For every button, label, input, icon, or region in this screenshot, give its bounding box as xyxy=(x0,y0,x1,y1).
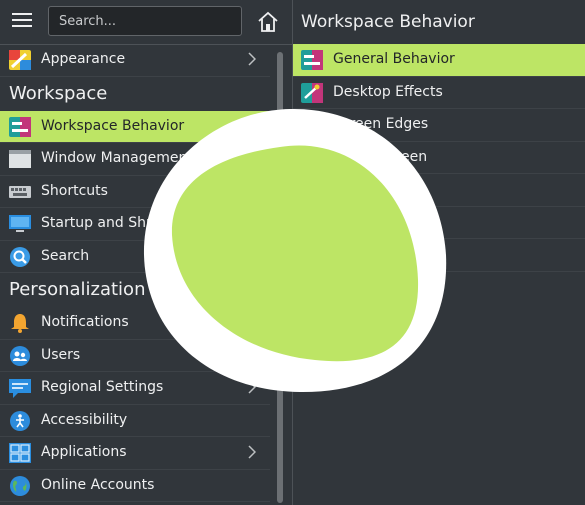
appearance-icon xyxy=(9,50,31,70)
bell-icon xyxy=(11,314,29,333)
sidebar-item-label: Workspace Behavior xyxy=(41,117,185,134)
sidebar-scrollbar[interactable] xyxy=(276,50,284,505)
sidebar-item-label: Applications xyxy=(41,444,127,460)
sidebar-item-window-management[interactable]: Window Management xyxy=(0,143,270,176)
content-panel: Workspace Behavior General Behavior Desk… xyxy=(293,0,585,505)
monitor-icon xyxy=(9,215,31,232)
search-input[interactable] xyxy=(48,6,242,36)
sidebar-item-label: Regional Settings xyxy=(41,379,164,395)
sidebar-item-label: Online Accounts xyxy=(41,476,155,493)
page-title: Workspace Behavior xyxy=(301,12,475,32)
sidebar-item-label: Search xyxy=(41,247,90,264)
subcategory-item-desktop-effects[interactable]: Desktop Effects xyxy=(293,77,585,109)
sidebar-item-label: Accessibility xyxy=(41,411,128,428)
section-header-workspace: Workspace xyxy=(9,82,108,104)
subcategory-item-label: ns xyxy=(412,213,429,230)
subcategory-item-label: ing xyxy=(397,181,419,197)
sidebar-item-online-accounts[interactable]: Online Accounts xyxy=(0,470,270,502)
desktop-effects-icon xyxy=(301,82,323,103)
globe-icon xyxy=(10,475,30,496)
subcategory-item-label: General Behavior xyxy=(333,51,455,67)
sidebar-item-label: Appearance xyxy=(41,51,126,67)
search-icon xyxy=(10,246,30,267)
subcategory-item-screen[interactable]: Screen xyxy=(293,142,585,174)
applications-icon xyxy=(9,443,31,463)
sidebar-item-regional-settings[interactable]: Regional Settings xyxy=(0,372,270,405)
sidebar-item-shortcuts[interactable]: Shortcuts xyxy=(0,176,270,208)
subcategory-item-label: Screen xyxy=(379,148,428,165)
home-icon[interactable] xyxy=(256,10,280,34)
subcategory-list: General Behavior Desktop Effects Screen … xyxy=(293,44,585,272)
sidebar-panel: Appearance Workspace Workspace Behavior … xyxy=(0,0,292,505)
sidebar-item-search[interactable]: Search xyxy=(0,241,270,273)
sidebar-item-label: Users xyxy=(41,346,81,363)
general-behavior-icon xyxy=(301,50,323,70)
sidebar-item-label: Startup and Shutdown xyxy=(41,215,199,231)
sidebar-list: Appearance Workspace Workspace Behavior … xyxy=(0,44,270,502)
users-icon xyxy=(10,345,30,366)
sidebar-item-notifications[interactable]: Notifications xyxy=(0,307,270,340)
workspace-behavior-icon xyxy=(9,116,31,137)
subcategory-item-general-behavior[interactable]: General Behavior xyxy=(293,44,585,77)
chevron-right-icon xyxy=(248,380,256,394)
sidebar-item-users[interactable]: Users xyxy=(0,340,270,372)
subcategory-item-empty xyxy=(293,239,585,272)
chevron-right-icon xyxy=(248,445,256,459)
accessibility-icon xyxy=(10,410,30,431)
subcategory-item-partial-2[interactable]: ns xyxy=(293,207,585,239)
hamburger-menu-icon[interactable] xyxy=(12,13,32,31)
subcategory-item-label: Screen Edges xyxy=(333,116,429,132)
chat-icon xyxy=(9,379,31,398)
sidebar-toolbar xyxy=(0,0,292,45)
sidebar-item-label: Window Management xyxy=(41,150,193,166)
scrollbar-handle[interactable] xyxy=(277,52,283,503)
chevron-right-icon xyxy=(248,52,256,66)
subcategory-item-screen-edges[interactable]: Screen Edges xyxy=(293,109,585,142)
sidebar-item-accessibility[interactable]: Accessibility xyxy=(0,405,270,437)
sidebar-item-startup-and-shutdown[interactable]: Startup and Shutdown xyxy=(0,208,270,241)
keyboard-icon xyxy=(9,185,31,198)
sidebar-item-label: Notifications xyxy=(41,314,129,330)
section-header-personalization: Personalization xyxy=(9,279,146,300)
sidebar-item-appearance[interactable]: Appearance xyxy=(0,44,270,77)
sidebar-item-applications[interactable]: Applications xyxy=(0,437,270,470)
subcategory-item-label: Desktop Effects xyxy=(333,83,443,100)
sidebar-item-label: Shortcuts xyxy=(41,182,108,199)
subcategory-item-partial-1[interactable]: ing xyxy=(293,174,585,207)
window-management-icon xyxy=(9,150,31,168)
sidebar-item-workspace-behavior[interactable]: Workspace Behavior xyxy=(0,110,270,143)
